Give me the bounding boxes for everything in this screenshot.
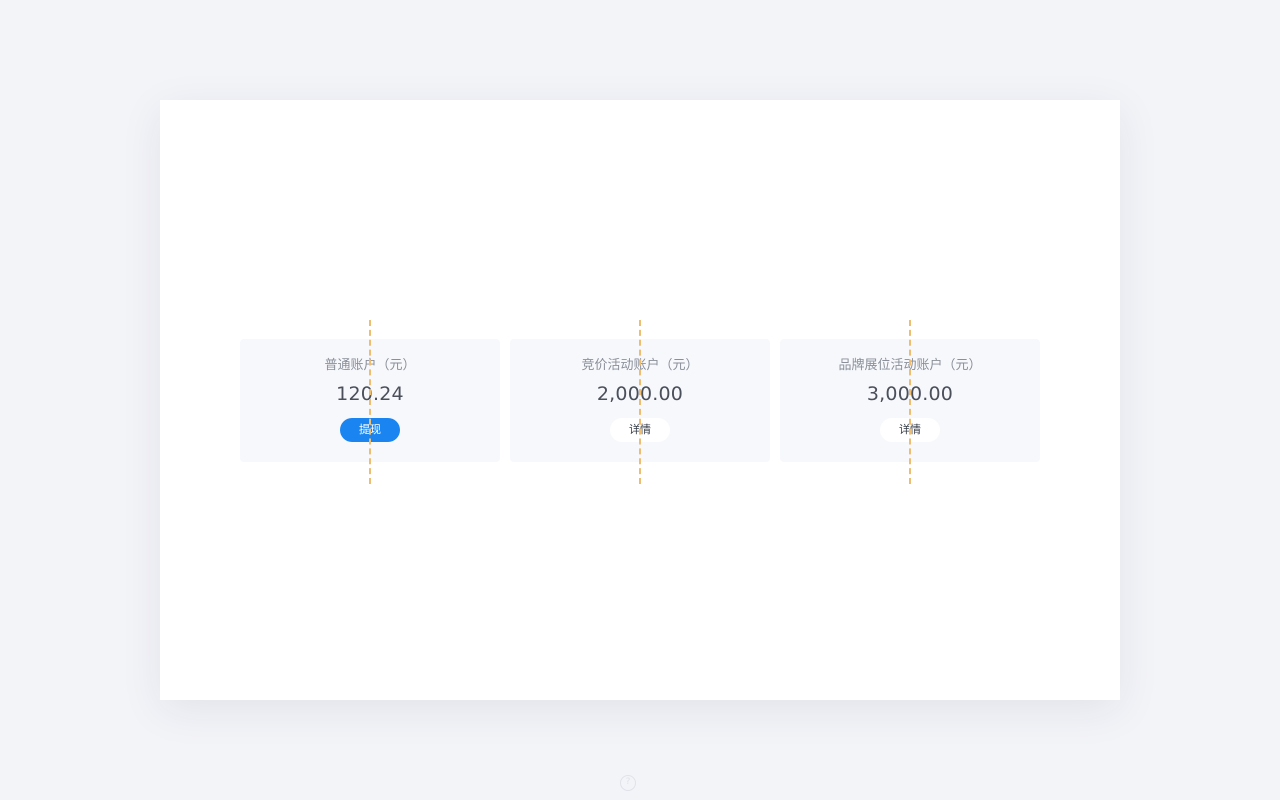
account-balance: 120.24 <box>336 383 404 405</box>
account-card-brand: 品牌展位活动账户（元） 3,000.00 详情 <box>780 320 1040 484</box>
account-title: 普通账户（元） <box>324 358 416 373</box>
account-balance: 3,000.00 <box>866 383 954 405</box>
brand-details-button[interactable]: 详情 <box>880 418 940 442</box>
account-card-normal: 普通账户（元） 120.24 提现 <box>240 320 500 484</box>
bidding-details-button[interactable]: 详情 <box>610 418 670 442</box>
account-cards: 普通账户（元） 120.24 提现 竞价活动账户（元） 2,000.00 详情 … <box>240 320 1040 484</box>
main-panel: 普通账户（元） 120.24 提现 竞价活动账户（元） 2,000.00 详情 … <box>160 100 1120 700</box>
account-title: 竞价活动账户（元） <box>581 358 699 373</box>
account-title: 品牌展位活动账户（元） <box>838 358 982 373</box>
account-card-bidding: 竞价活动账户（元） 2,000.00 详情 <box>510 320 770 484</box>
withdraw-button[interactable]: 提现 <box>340 418 400 442</box>
account-balance: 2,000.00 <box>596 383 684 405</box>
help-icon[interactable]: ? <box>620 775 636 791</box>
